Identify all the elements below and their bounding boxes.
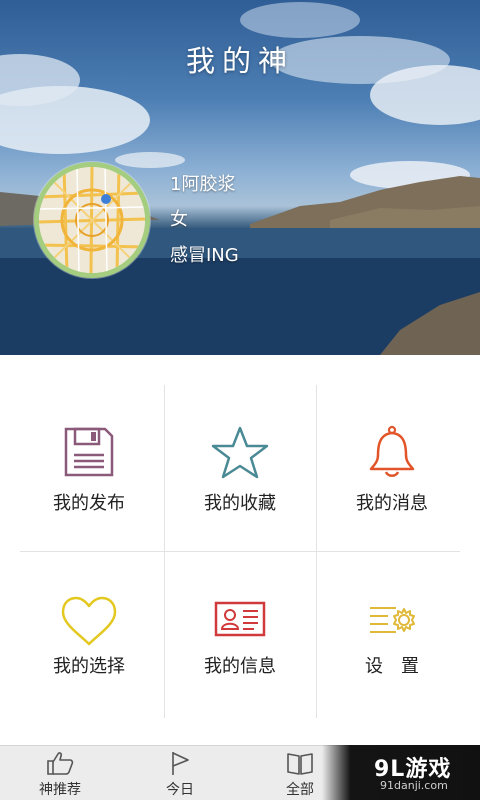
heart-icon	[61, 596, 117, 646]
floppy-disk-icon	[64, 427, 114, 477]
menu-item-favorites[interactable]: 我的收藏	[165, 355, 315, 520]
tab-label: 神推荐	[39, 782, 81, 798]
menu-item-label: 设 置	[365, 656, 419, 677]
menu-item-messages[interactable]: 我的消息	[317, 355, 467, 520]
menu-item-label: 我的消息	[356, 493, 428, 514]
watermark-url: 91danji.com	[380, 779, 448, 792]
menu-item-my-posts[interactable]: 我的发布	[14, 355, 164, 520]
id-card-icon	[214, 601, 266, 637]
avatar[interactable]	[34, 162, 150, 278]
menu-item-label: 我的发布	[53, 493, 125, 514]
menu-item-label: 我的收藏	[204, 493, 276, 514]
book-icon	[287, 753, 313, 775]
settings-gear-icon	[370, 607, 415, 633]
thumbs-up-icon	[47, 752, 74, 775]
profile-name: 1阿胶浆	[170, 174, 236, 195]
menu-item-my-info[interactable]: 我的信息	[165, 552, 315, 717]
tab-today[interactable]: 今日	[135, 746, 225, 800]
menu-item-my-choices[interactable]: 我的选择	[14, 552, 164, 717]
tab-recommend[interactable]: 神推荐	[15, 746, 105, 800]
flag-icon	[172, 752, 189, 775]
star-icon	[211, 426, 269, 479]
page-title: 我的神	[185, 44, 294, 78]
menu-item-settings[interactable]: 设 置	[317, 552, 467, 717]
profile-status: 感冒ING	[170, 245, 239, 266]
profile-header: 我的神 1阿胶浆 女 感冒ING	[0, 0, 480, 355]
menu-item-label: 我的选择	[53, 656, 125, 677]
map-avatar-icon	[39, 167, 145, 273]
menu-item-label: 我的信息	[204, 656, 276, 677]
bell-icon	[369, 425, 415, 477]
tab-label: 今日	[166, 782, 194, 798]
profile-gender: 女	[170, 209, 188, 230]
menu-grid: 我的发布 我的收藏 我的消息 我的选择 我的信息 设 置	[0, 355, 480, 745]
site-watermark: 9L游戏 91danji.com	[322, 745, 480, 800]
